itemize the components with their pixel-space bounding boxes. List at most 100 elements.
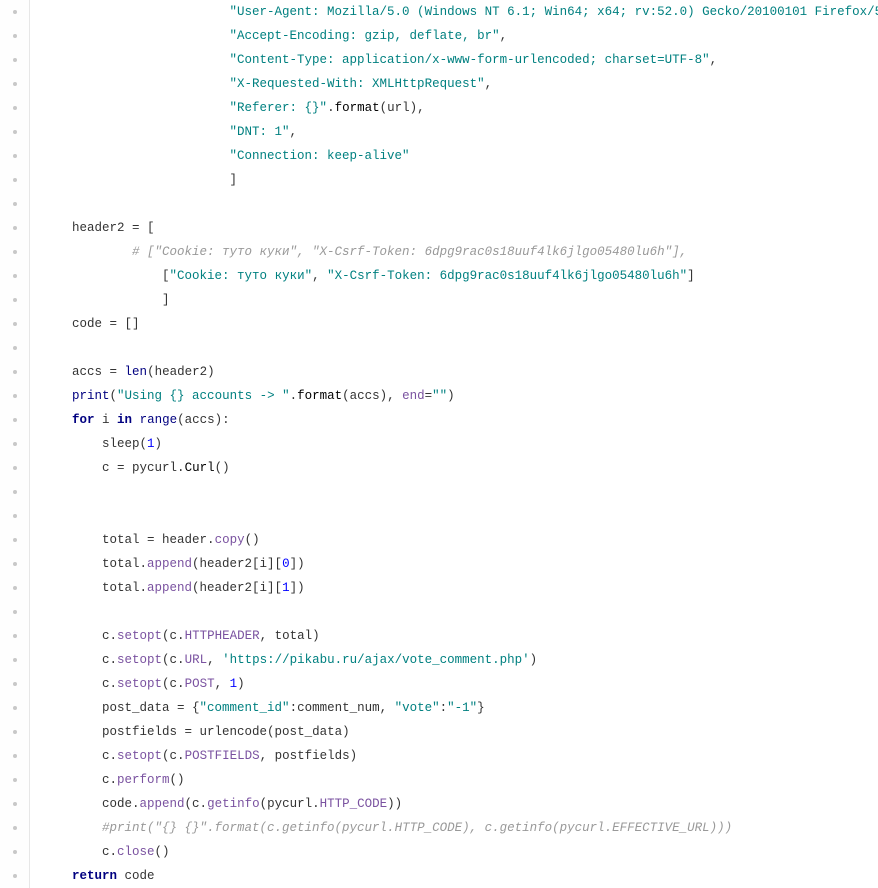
- token-name: sleep(: [102, 437, 147, 451]
- token-call: setopt: [117, 677, 162, 691]
- token-name: total: [102, 533, 147, 547]
- token-call: URL: [185, 653, 208, 667]
- token-op: :comment_num,: [290, 701, 395, 715]
- code-line[interactable]: accs = len(header2): [42, 360, 878, 384]
- token-op: }: [477, 701, 485, 715]
- code-line[interactable]: c.setopt(c.HTTPHEADER, total): [42, 624, 878, 648]
- token-op: (header2[i][: [192, 557, 282, 571]
- token-call: append: [140, 797, 185, 811]
- code-line[interactable]: for i in range(accs):: [42, 408, 878, 432]
- code-line[interactable]: #print("{} {}".format(c.getinfo(pycurl.H…: [42, 816, 878, 840]
- token-str: "": [432, 389, 447, 403]
- code-line[interactable]: total.append(header2[i][0]): [42, 552, 878, 576]
- code-line[interactable]: [42, 480, 878, 504]
- token-str: 'https://pikabu.ru/ajax/vote_comment.php…: [222, 653, 530, 667]
- code-line[interactable]: "Accept-Encoding: gzip, deflate, br",: [42, 24, 878, 48]
- token-call: end: [402, 389, 425, 403]
- token-name: header2: [72, 221, 132, 235]
- code-line[interactable]: ]: [42, 288, 878, 312]
- token-op: (accs),: [342, 389, 402, 403]
- gutter-dot: [0, 408, 29, 432]
- code-line[interactable]: "Connection: keep-alive": [42, 144, 878, 168]
- token-op: ): [530, 653, 538, 667]
- token-name: accs: [72, 365, 110, 379]
- token-call: setopt: [117, 629, 162, 643]
- gutter-dot: [0, 480, 29, 504]
- gutter-dot: [0, 192, 29, 216]
- token-comment: # ["Cookie: туто куки", "X-Csrf-Token: 6…: [132, 245, 687, 259]
- token-num: 1: [230, 677, 238, 691]
- token-op: = [: [132, 221, 155, 235]
- token-name: postfields: [102, 725, 185, 739]
- gutter-dot: [0, 24, 29, 48]
- code-line[interactable]: code = []: [42, 312, 878, 336]
- code-line[interactable]: "Referer: {}".format(url),: [42, 96, 878, 120]
- token-op: ,: [710, 53, 718, 67]
- code-line[interactable]: c.setopt(c.POST, 1): [42, 672, 878, 696]
- token-fn: Curl: [185, 461, 215, 475]
- code-line[interactable]: c = pycurl.Curl(): [42, 456, 878, 480]
- token-op: (): [215, 461, 230, 475]
- code-line[interactable]: "User-Agent: Mozilla/5.0 (Windows NT 6.1…: [42, 0, 878, 24]
- code-line[interactable]: ]: [42, 168, 878, 192]
- token-builtin: print: [72, 389, 110, 403]
- token-name: c.: [102, 677, 117, 691]
- token-op: (header2): [147, 365, 215, 379]
- code-line[interactable]: [42, 192, 878, 216]
- token-op: ,: [500, 29, 508, 43]
- code-line[interactable]: c.setopt(c.URL, 'https://pikabu.ru/ajax/…: [42, 648, 878, 672]
- token-op: )): [387, 797, 402, 811]
- token-op: ]): [290, 581, 305, 595]
- code-line[interactable]: # ["Cookie: туто куки", "X-Csrf-Token: 6…: [42, 240, 878, 264]
- code-line[interactable]: postfields = urlencode(post_data): [42, 720, 878, 744]
- code-line[interactable]: print("Using {} accounts -> ".format(acc…: [42, 384, 878, 408]
- gutter-dot: [0, 336, 29, 360]
- gutter-dot: [0, 240, 29, 264]
- code-line[interactable]: return code: [42, 864, 878, 888]
- gutter-dot: [0, 0, 29, 24]
- token-name: i: [102, 413, 117, 427]
- token-comment: #print("{} {}".format(c.getinfo(pycurl.H…: [102, 821, 732, 835]
- gutter-dot: [0, 600, 29, 624]
- code-line[interactable]: [42, 504, 878, 528]
- gutter-dot: [0, 264, 29, 288]
- code-line[interactable]: "Content-Type: application/x-www-form-ur…: [42, 48, 878, 72]
- token-op: (header2[i][: [192, 581, 282, 595]
- token-op: ,: [215, 677, 230, 691]
- gutter-dot: [0, 72, 29, 96]
- gutter-dot: [0, 312, 29, 336]
- code-line[interactable]: code.append(c.getinfo(pycurl.HTTP_CODE)): [42, 792, 878, 816]
- code-line[interactable]: "DNT: 1",: [42, 120, 878, 144]
- token-op: (): [245, 533, 260, 547]
- code-line[interactable]: [42, 600, 878, 624]
- code-line[interactable]: c.setopt(c.POSTFIELDS, postfields): [42, 744, 878, 768]
- gutter-dot: [0, 144, 29, 168]
- token-name: c.: [102, 653, 117, 667]
- code-line[interactable]: "X-Requested-With: XMLHttpRequest",: [42, 72, 878, 96]
- gutter-dot: [0, 864, 29, 888]
- code-editor[interactable]: "User-Agent: Mozilla/5.0 (Windows NT 6.1…: [30, 0, 878, 888]
- token-op: , total): [260, 629, 320, 643]
- token-str: "User-Agent: Mozilla/5.0 (Windows NT 6.1…: [230, 5, 878, 19]
- token-str: "Using {} accounts -> ": [117, 389, 290, 403]
- token-op: (: [110, 389, 118, 403]
- token-call: HTTP_CODE: [320, 797, 388, 811]
- gutter-dot: [0, 552, 29, 576]
- code-line[interactable]: total.append(header2[i][1]): [42, 576, 878, 600]
- code-line[interactable]: c.close(): [42, 840, 878, 864]
- token-op: .: [327, 101, 335, 115]
- code-line[interactable]: c.perform(): [42, 768, 878, 792]
- code-line[interactable]: total = header.copy(): [42, 528, 878, 552]
- code-line[interactable]: header2 = [: [42, 216, 878, 240]
- token-op: (): [155, 845, 170, 859]
- token-op: (c.: [162, 653, 185, 667]
- code-line[interactable]: post_data = {"comment_id":comment_num, "…: [42, 696, 878, 720]
- code-line[interactable]: [42, 336, 878, 360]
- code-line[interactable]: sleep(1): [42, 432, 878, 456]
- token-op: ]: [687, 269, 695, 283]
- token-op: (c.: [162, 677, 185, 691]
- code-line[interactable]: ["Cookie: туто куки", "X-Csrf-Token: 6dp…: [42, 264, 878, 288]
- gutter-dot: [0, 96, 29, 120]
- token-name: c: [102, 461, 117, 475]
- token-op: = []: [110, 317, 140, 331]
